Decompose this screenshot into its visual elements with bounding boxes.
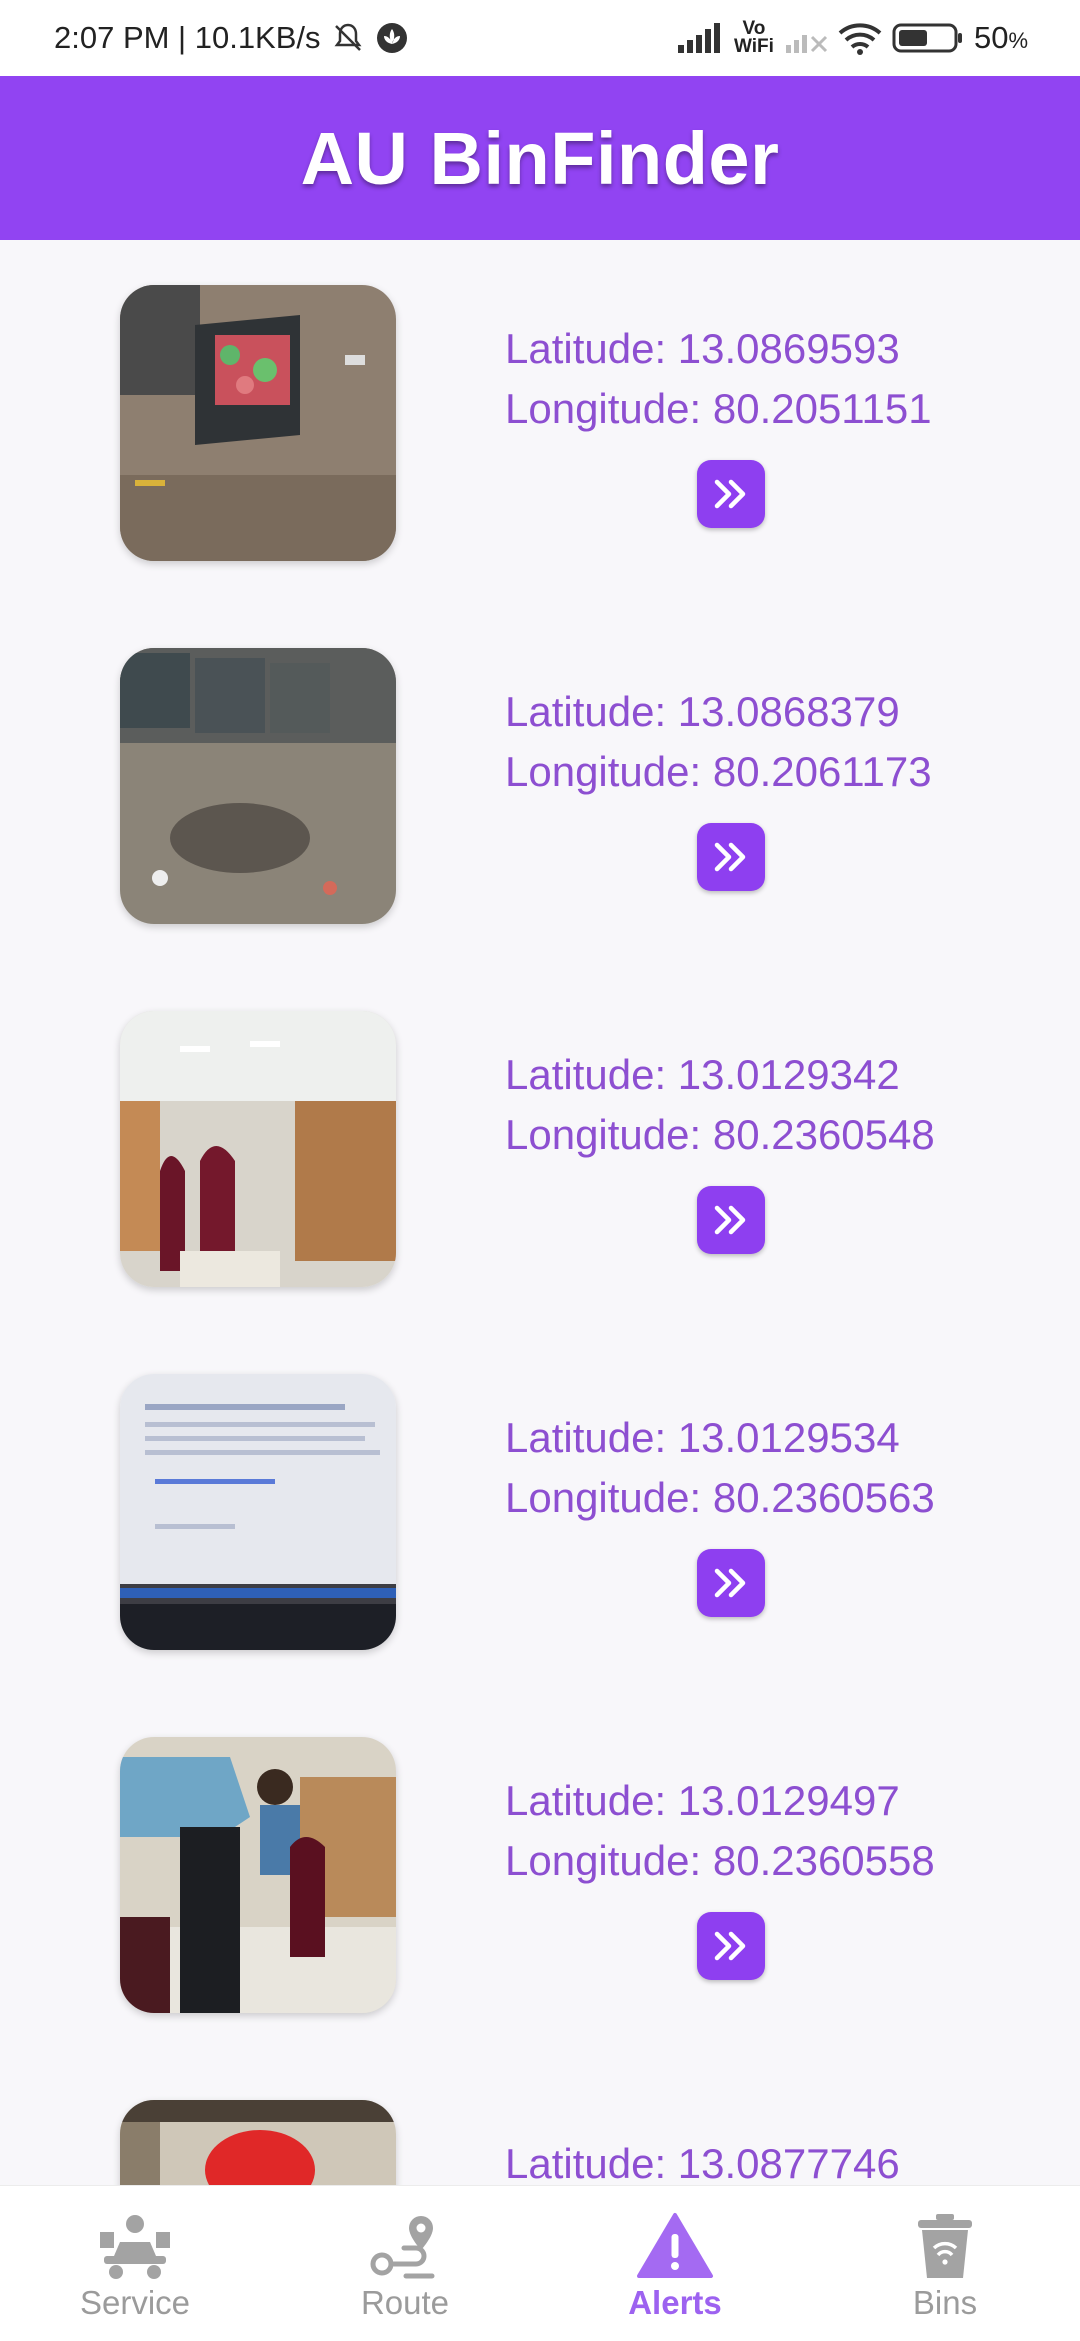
mute-notifications-icon <box>331 21 365 55</box>
nav-route[interactable]: Route <box>270 2186 540 2341</box>
battery-icon <box>892 22 964 54</box>
bottom-navigation: Service Route Alerts Bins <box>0 2185 1080 2341</box>
double-chevron-right-icon <box>714 842 746 872</box>
vowifi-bottom: WiFi <box>734 36 774 57</box>
alert-photo <box>120 1011 396 1287</box>
signal-icon <box>676 23 724 53</box>
double-chevron-right-icon <box>714 1205 746 1235</box>
app-title: AU BinFinder <box>300 116 780 200</box>
alert-item: Latitude: 13.0129534 Longitude: 80.23605… <box>0 1374 1080 1650</box>
latitude-text: Latitude: 13.0869593 <box>505 325 900 372</box>
alert-photo <box>120 285 396 561</box>
coordinates: Latitude: 13.0868379 Longitude: 80.20611… <box>505 682 932 802</box>
alert-photo <box>120 648 396 924</box>
coordinates: Latitude: 13.0129497 Longitude: 80.23605… <box>505 1771 935 1891</box>
alert-photo <box>120 1737 396 2013</box>
latitude-text: Latitude: 13.0129342 <box>505 1051 900 1098</box>
open-alert-button[interactable] <box>697 1549 765 1617</box>
signal-no-service-icon <box>784 23 828 53</box>
nav-route-label: Route <box>360 2284 450 2321</box>
open-alert-button[interactable] <box>697 1186 765 1254</box>
longitude-text: Longitude: 80.2061173 <box>505 748 932 795</box>
bin-icon <box>918 2214 972 2278</box>
battery-percent: 50% <box>973 20 1028 55</box>
app-bar: AU BinFinder <box>0 76 1080 240</box>
wifi-icon <box>838 21 882 55</box>
latitude-text: Latitude: 13.0129497 <box>505 1777 900 1824</box>
latitude-text: Latitude: 13.0129534 <box>505 1414 900 1461</box>
longitude-text: Longitude: 80.2360563 <box>505 1474 935 1521</box>
nav-alerts-label: Alerts <box>628 2284 722 2321</box>
coordinates: Latitude: 13.0129342 Longitude: 80.23605… <box>505 1045 935 1165</box>
status-right: Vo WiFi 50% <box>676 19 1028 57</box>
longitude-text: Longitude: 80.2360548 <box>505 1111 935 1158</box>
alert-item: Latitude: 13.0129497 Longitude: 80.23605… <box>0 1737 1080 2013</box>
alert-photo <box>120 2100 396 2185</box>
alert-item: Latitude: 13.0877746 <box>0 2100 1080 2185</box>
double-chevron-right-icon <box>714 1931 746 1961</box>
coordinates: Latitude: 13.0869593 Longitude: 80.20511… <box>505 319 932 439</box>
latitude-text: Latitude: 13.0868379 <box>505 688 900 735</box>
nav-service[interactable]: Service <box>0 2186 270 2341</box>
app-notification-icon <box>375 21 409 55</box>
longitude-text: Longitude: 80.2360558 <box>505 1837 935 1884</box>
service-icon <box>100 2215 170 2279</box>
longitude-text: Longitude: 80.2051151 <box>505 385 932 432</box>
coordinates: Latitude: 13.0129534 Longitude: 80.23605… <box>505 1408 935 1528</box>
status-left: 2:07 PM | 10.1KB/s <box>54 20 409 56</box>
status-time-speed: 2:07 PM | 10.1KB/s <box>54 20 321 55</box>
route-icon <box>370 2216 435 2279</box>
status-bar: 2:07 PM | 10.1KB/s Vo WiFi 50% <box>0 0 1080 76</box>
coordinates: Latitude: 13.0877746 <box>505 2134 900 2185</box>
alert-photo <box>120 1374 396 1650</box>
vowifi-indicator: Vo WiFi <box>734 19 774 57</box>
open-alert-button[interactable] <box>697 460 765 528</box>
alert-icon <box>637 2213 713 2278</box>
alert-item: Latitude: 13.0868379 Longitude: 80.20611… <box>0 648 1080 924</box>
alert-item: Latitude: 13.0869593 Longitude: 80.20511… <box>0 285 1080 561</box>
nav-service-label: Service <box>79 2284 191 2321</box>
nav-alerts[interactable]: Alerts <box>540 2186 810 2341</box>
nav-bins[interactable]: Bins <box>810 2186 1080 2341</box>
open-alert-button[interactable] <box>697 823 765 891</box>
open-alert-button[interactable] <box>697 1912 765 1980</box>
nav-bins-label: Bins <box>912 2284 978 2321</box>
double-chevron-right-icon <box>714 1568 746 1598</box>
double-chevron-right-icon <box>714 479 746 509</box>
latitude-text: Latitude: 13.0877746 <box>505 2140 900 2185</box>
alerts-list[interactable]: Latitude: 13.0869593 Longitude: 80.20511… <box>0 240 1080 2185</box>
alert-item: Latitude: 13.0129342 Longitude: 80.23605… <box>0 1011 1080 1287</box>
